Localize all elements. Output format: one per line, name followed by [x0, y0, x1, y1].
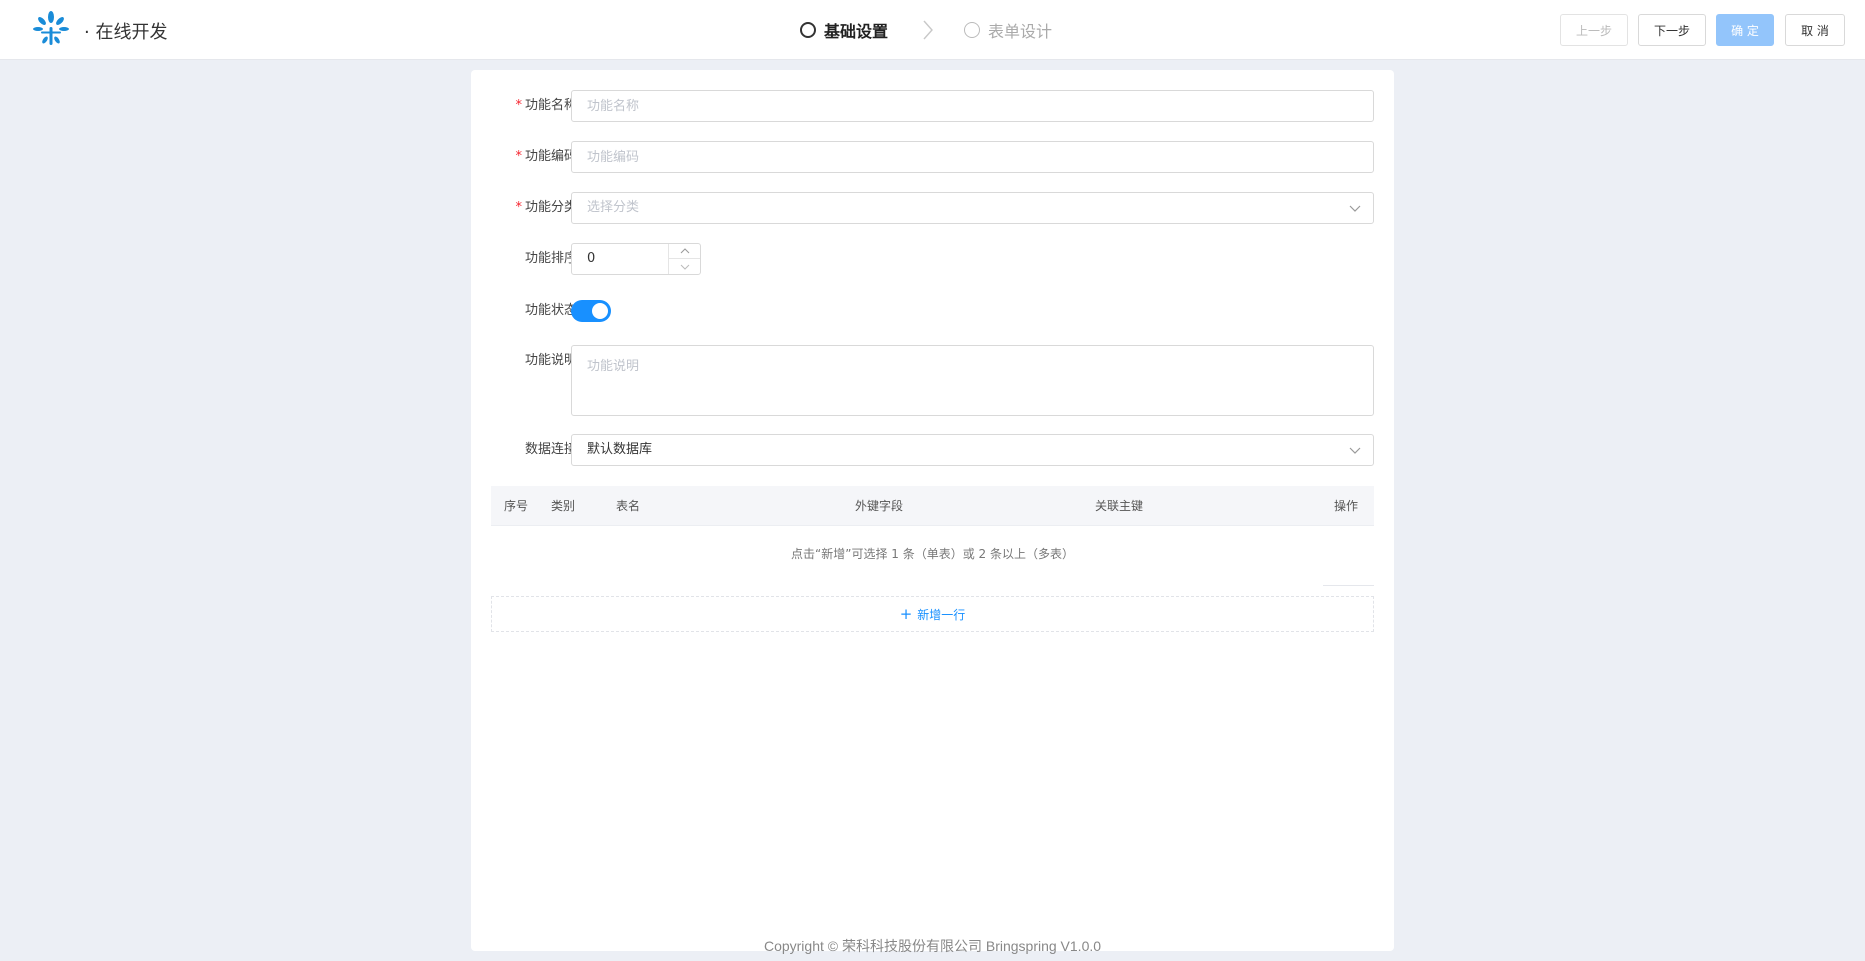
- chevron-down-icon: [1349, 447, 1361, 454]
- decrement-button[interactable]: [669, 259, 700, 274]
- step-circle-icon: [800, 22, 816, 38]
- category-placeholder: 选择分类: [587, 200, 640, 215]
- column-header-actions: 操作: [1334, 499, 1359, 513]
- logo-icon: [33, 11, 69, 45]
- description-textarea[interactable]: [571, 345, 1374, 416]
- name-input[interactable]: [571, 90, 1374, 122]
- connection-select[interactable]: 默认数据库: [571, 434, 1374, 466]
- toggle-knob: [592, 303, 608, 319]
- step-basic-settings[interactable]: 基础设置: [800, 18, 888, 42]
- code-input[interactable]: [571, 141, 1374, 173]
- add-row-button[interactable]: + 新增一行: [491, 596, 1374, 632]
- chevron-down-icon: [1349, 205, 1361, 212]
- category-label: * 功能分类: [515, 200, 577, 215]
- plus-icon: +: [899, 605, 913, 623]
- column-header-foreign-key: 外键字段: [855, 499, 904, 513]
- sort-label: 功能排序: [524, 251, 577, 266]
- cancel-button[interactable]: 取 消: [1785, 14, 1845, 46]
- form-panel: *功能名称 *功能编码 *功能分类 选择分类 功能排序 0 功能状态 功能说明: [471, 70, 1394, 951]
- confirm-button[interactable]: 确 定: [1716, 14, 1774, 46]
- app-title: · 在线开发: [84, 22, 168, 43]
- description-label: 功能说明: [524, 353, 577, 368]
- column-header-type: 类别: [551, 499, 576, 513]
- step-form-design[interactable]: 表单设计: [964, 18, 1052, 42]
- chevron-down-icon: [680, 264, 689, 270]
- prev-step-button[interactable]: 上一步: [1560, 14, 1628, 46]
- steps-indicator: 基础设置 表单设计: [800, 18, 1052, 42]
- sort-stepper[interactable]: 0: [571, 243, 701, 275]
- copyright-footer: Copyright © 荣科科技股份有限公司 Bringspring V1.0.…: [763, 938, 1102, 954]
- code-label: * 功能编码: [515, 149, 577, 164]
- step-label: 表单设计: [988, 22, 1053, 41]
- top-bar: · 在线开发 基础设置 表单设计 上一步 下一步 确 定 取 消: [0, 0, 1865, 60]
- chevron-right-icon: [923, 20, 933, 40]
- column-header-table-name: 表名: [616, 499, 641, 513]
- status-label: 功能状态: [524, 303, 577, 318]
- connection-value: 默认数据库: [587, 442, 653, 457]
- increment-button[interactable]: [669, 244, 700, 259]
- table-header: 序号 类别 表名 外键字段 关联主键 操作: [491, 486, 1374, 526]
- column-header-related-key: 关联主键: [1095, 499, 1144, 513]
- name-label: * 功能名称: [515, 98, 577, 113]
- status-toggle[interactable]: [571, 300, 611, 322]
- sort-value[interactable]: 0: [587, 244, 595, 274]
- step-label: 基础设置: [824, 22, 889, 41]
- divider: [1323, 585, 1374, 586]
- connection-label: 数据连接: [524, 442, 577, 457]
- add-row-label: 新增一行: [917, 607, 966, 622]
- table-empty-tip: 点击“新增”可选择 1 条（单表）或 2 条以上（多表）: [791, 547, 1074, 561]
- step-circle-icon: [964, 22, 981, 38]
- next-step-button[interactable]: 下一步: [1638, 14, 1706, 46]
- category-select[interactable]: 选择分类: [571, 192, 1374, 224]
- column-header-index: 序号: [504, 499, 529, 513]
- chevron-up-icon: [680, 248, 689, 254]
